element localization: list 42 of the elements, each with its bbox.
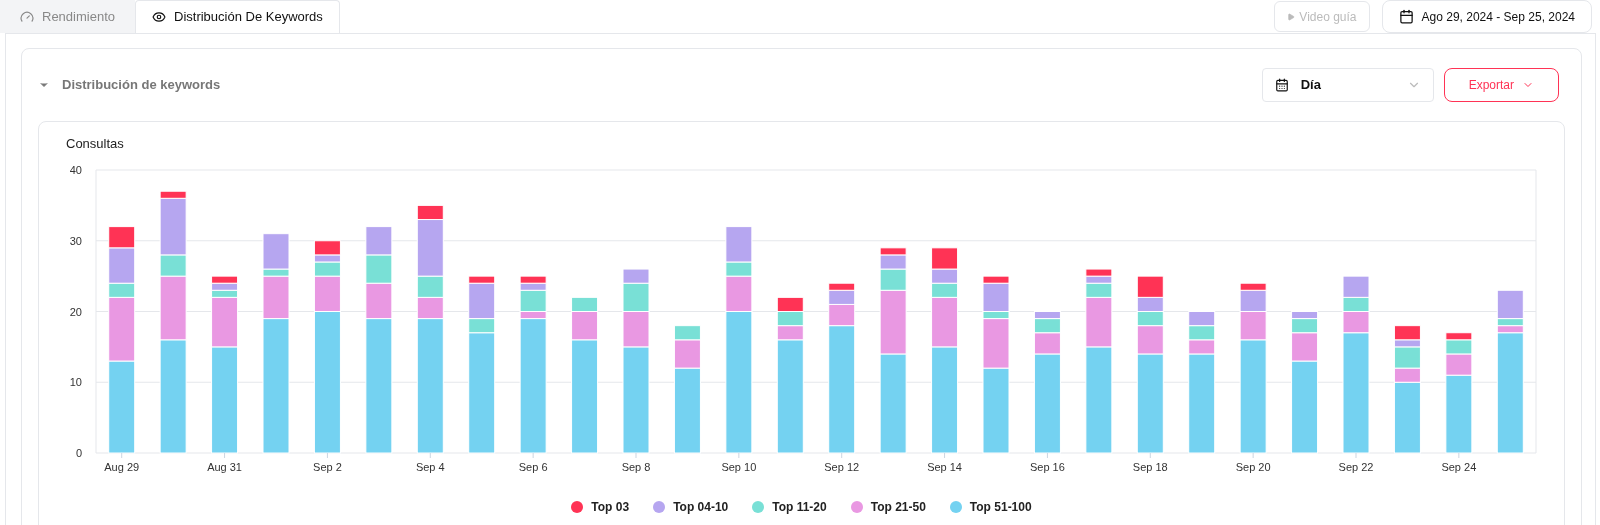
x-tick-label: Sep 8 [621, 460, 651, 473]
date-range-button[interactable]: Ago 29, 2024 - Sep 25, 2024 [1381, 0, 1592, 33]
bar-segment [1188, 310, 1216, 326]
x-tick-label: Aug 31 [207, 460, 242, 473]
bar-segment [365, 253, 393, 284]
calendar-icon [1274, 78, 1289, 92]
bar-segment [365, 225, 393, 255]
bar-segment [519, 275, 547, 284]
y-tick-label: 40 [69, 163, 82, 176]
bar-segment [1085, 268, 1113, 277]
legend-label[interactable]: Top 21-50 [870, 497, 926, 516]
calendar-icon [1398, 9, 1414, 24]
legend-label[interactable]: Top 11-20 [772, 497, 827, 516]
x-tick-label: Sep 22 [1338, 460, 1374, 473]
x-tick-label: Sep 24 [1441, 460, 1477, 473]
legend-label[interactable]: Top 03 [591, 497, 630, 516]
x-tick-label: Sep 20 [1235, 460, 1271, 473]
bar-segment [211, 275, 239, 284]
x-tick-label: Sep 12 [824, 460, 860, 473]
axis-title: Consultas [66, 135, 124, 153]
tab[interactable]: Distribución De Keywords [135, 0, 340, 33]
legend-label[interactable]: Top 04-10 [673, 497, 729, 516]
x-tick-label: Sep 18 [1132, 460, 1168, 473]
y-tick-label: 10 [69, 375, 82, 388]
eye-icon [152, 10, 166, 24]
x-tick-label: Sep 14 [927, 460, 962, 473]
x-tick-label: Sep 4 [415, 460, 445, 473]
x-tick-label: Sep 16 [1030, 460, 1065, 473]
export-button[interactable]: Exportar [1443, 68, 1559, 102]
x-tick-label: Aug 29 [104, 460, 140, 473]
y-tick-label: 0 [75, 446, 82, 459]
play-icon [1287, 12, 1296, 21]
y-tick-label: 30 [69, 234, 82, 247]
section-toggle[interactable]: Distribución de keywords [38, 75, 221, 95]
legend-label[interactable]: Top 51-100 [969, 497, 1032, 516]
x-tick-label: Sep 6 [518, 460, 548, 473]
x-tick-label: Sep 10 [721, 460, 757, 473]
x-tick-label: Sep 2 [313, 460, 342, 473]
bar-segment [776, 296, 804, 312]
gauge-icon [20, 9, 34, 24]
y-tick-label: 20 [69, 305, 82, 317]
granularity-select[interactable]: Día [1261, 68, 1434, 102]
